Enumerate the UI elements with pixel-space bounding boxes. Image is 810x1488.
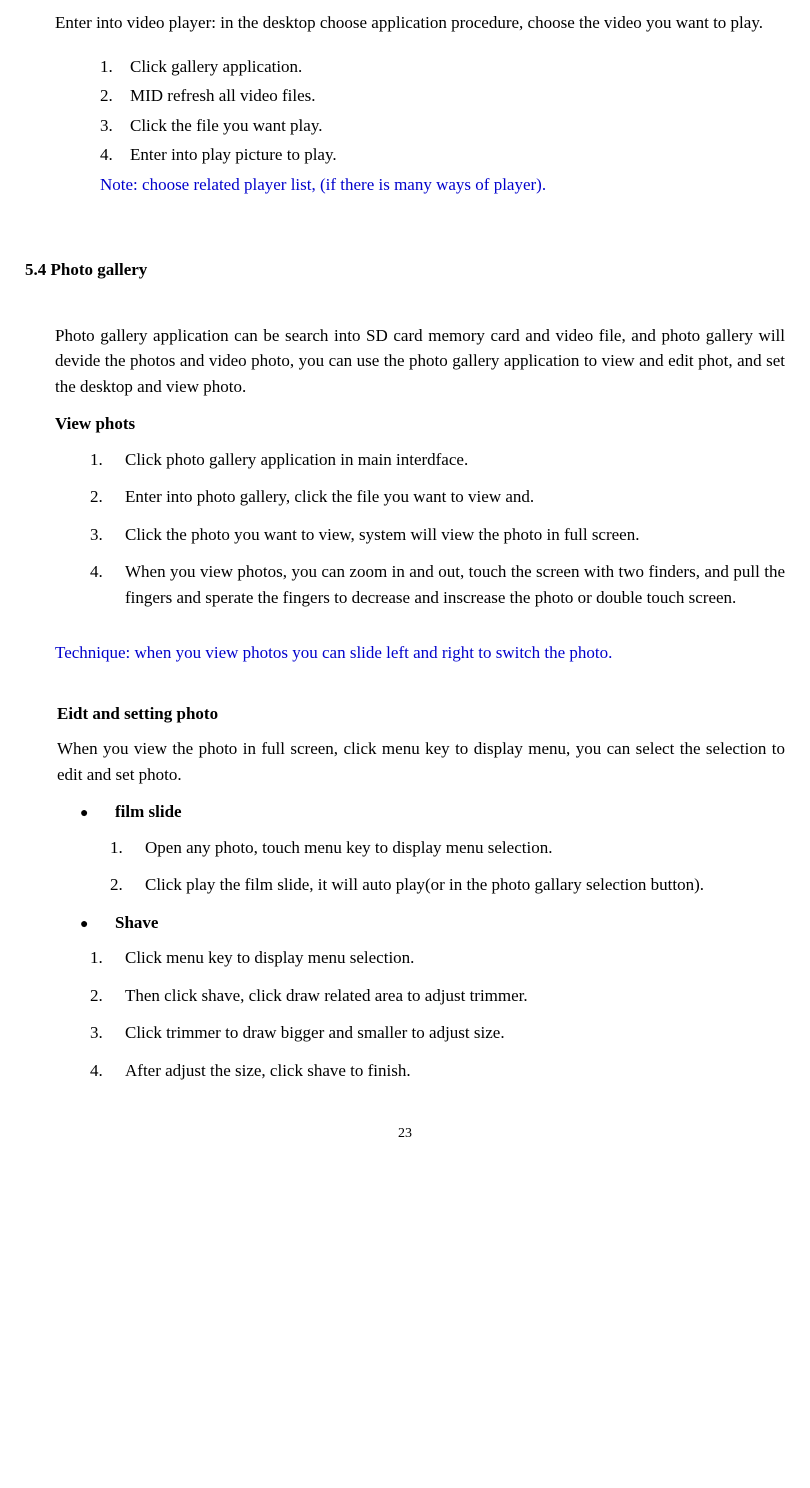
marker: 4. (90, 1058, 125, 1084)
step-text: After adjust the size, click shave to fi… (125, 1058, 785, 1084)
marker: 1. (90, 447, 125, 473)
step-text: Open any photo, touch menu key to displa… (145, 835, 785, 861)
marker: 1. (100, 54, 130, 80)
shave-step-2: 2.Then click shave, click draw related a… (90, 983, 785, 1009)
note-text: Note: choose related player list, (if th… (100, 172, 785, 198)
step-text: MID refresh all video files. (130, 86, 316, 105)
view-steps-list: 1.Click photo gallery application in mai… (90, 447, 785, 611)
step-text: Enter into play picture to play. (130, 145, 337, 164)
view-step-2: 2.Enter into photo gallery, click the fi… (90, 484, 785, 510)
bullet-label: film slide (115, 802, 182, 821)
technique-note: Technique: when you view photos you can … (55, 640, 785, 666)
step-4: 4.Enter into play picture to play. (100, 142, 785, 168)
gallery-intro: Photo gallery application can be search … (55, 323, 785, 400)
step-text: Enter into photo gallery, click the file… (125, 484, 785, 510)
step-text: Click play the film slide, it will auto … (145, 872, 785, 898)
shave-steps: 1.Click menu key to display menu selecti… (90, 945, 785, 1083)
step-3: 3.Click the file you want play. (100, 113, 785, 139)
marker: 2. (110, 872, 145, 898)
step-text: Then click shave, click draw related are… (125, 983, 785, 1009)
step-text: Click photo gallery application in main … (125, 447, 785, 473)
view-step-3: 3.Click the photo you want to view, syst… (90, 522, 785, 548)
shave-step-1: 1.Click menu key to display menu selecti… (90, 945, 785, 971)
edit-intro: When you view the photo in full screen, … (57, 736, 785, 787)
marker: 2. (90, 484, 125, 510)
bullet-shave: ●Shave (80, 910, 785, 936)
bullet-film-slide: ●film slide (80, 799, 785, 825)
step-text: Click the file you want play. (130, 116, 322, 135)
bullet-icon: ● (80, 803, 115, 824)
marker: 1. (90, 945, 125, 971)
marker: 4. (90, 559, 125, 610)
step-2: 2.MID refresh all video files. (100, 83, 785, 109)
marker: 3. (90, 522, 125, 548)
intro-paragraph: Enter into video player: in the desktop … (55, 10, 785, 36)
step-text: Click trimmer to draw bigger and smaller… (125, 1020, 785, 1046)
view-step-4: 4.When you view photos, you can zoom in … (90, 559, 785, 610)
section-heading: 5.4 Photo gallery (25, 257, 785, 283)
marker: 3. (90, 1020, 125, 1046)
step-text: Click gallery application. (130, 57, 302, 76)
shave-step-3: 3.Click trimmer to draw bigger and small… (90, 1020, 785, 1046)
video-steps-list: 1.Click gallery application. 2.MID refre… (100, 54, 785, 168)
film-step-1: 1.Open any photo, touch menu key to disp… (110, 835, 785, 861)
view-phots-heading: View phots (55, 411, 785, 437)
bullet-label: Shave (115, 913, 158, 932)
step-text: Click the photo you want to view, system… (125, 522, 785, 548)
marker: 2. (100, 83, 130, 109)
marker: 4. (100, 142, 130, 168)
step-text: When you view photos, you can zoom in an… (125, 559, 785, 610)
step-1: 1.Click gallery application. (100, 54, 785, 80)
shave-step-4: 4.After adjust the size, click shave to … (90, 1058, 785, 1084)
film-step-2: 2.Click play the film slide, it will aut… (110, 872, 785, 898)
marker: 2. (90, 983, 125, 1009)
bullet-icon: ● (80, 914, 115, 935)
page-number: 23 (25, 1123, 785, 1144)
edit-heading: Eidt and setting photo (57, 701, 785, 727)
marker: 1. (110, 835, 145, 861)
view-step-1: 1.Click photo gallery application in mai… (90, 447, 785, 473)
film-slide-steps: 1.Open any photo, touch menu key to disp… (110, 835, 785, 898)
step-text: Click menu key to display menu selection… (125, 945, 785, 971)
marker: 3. (100, 113, 130, 139)
